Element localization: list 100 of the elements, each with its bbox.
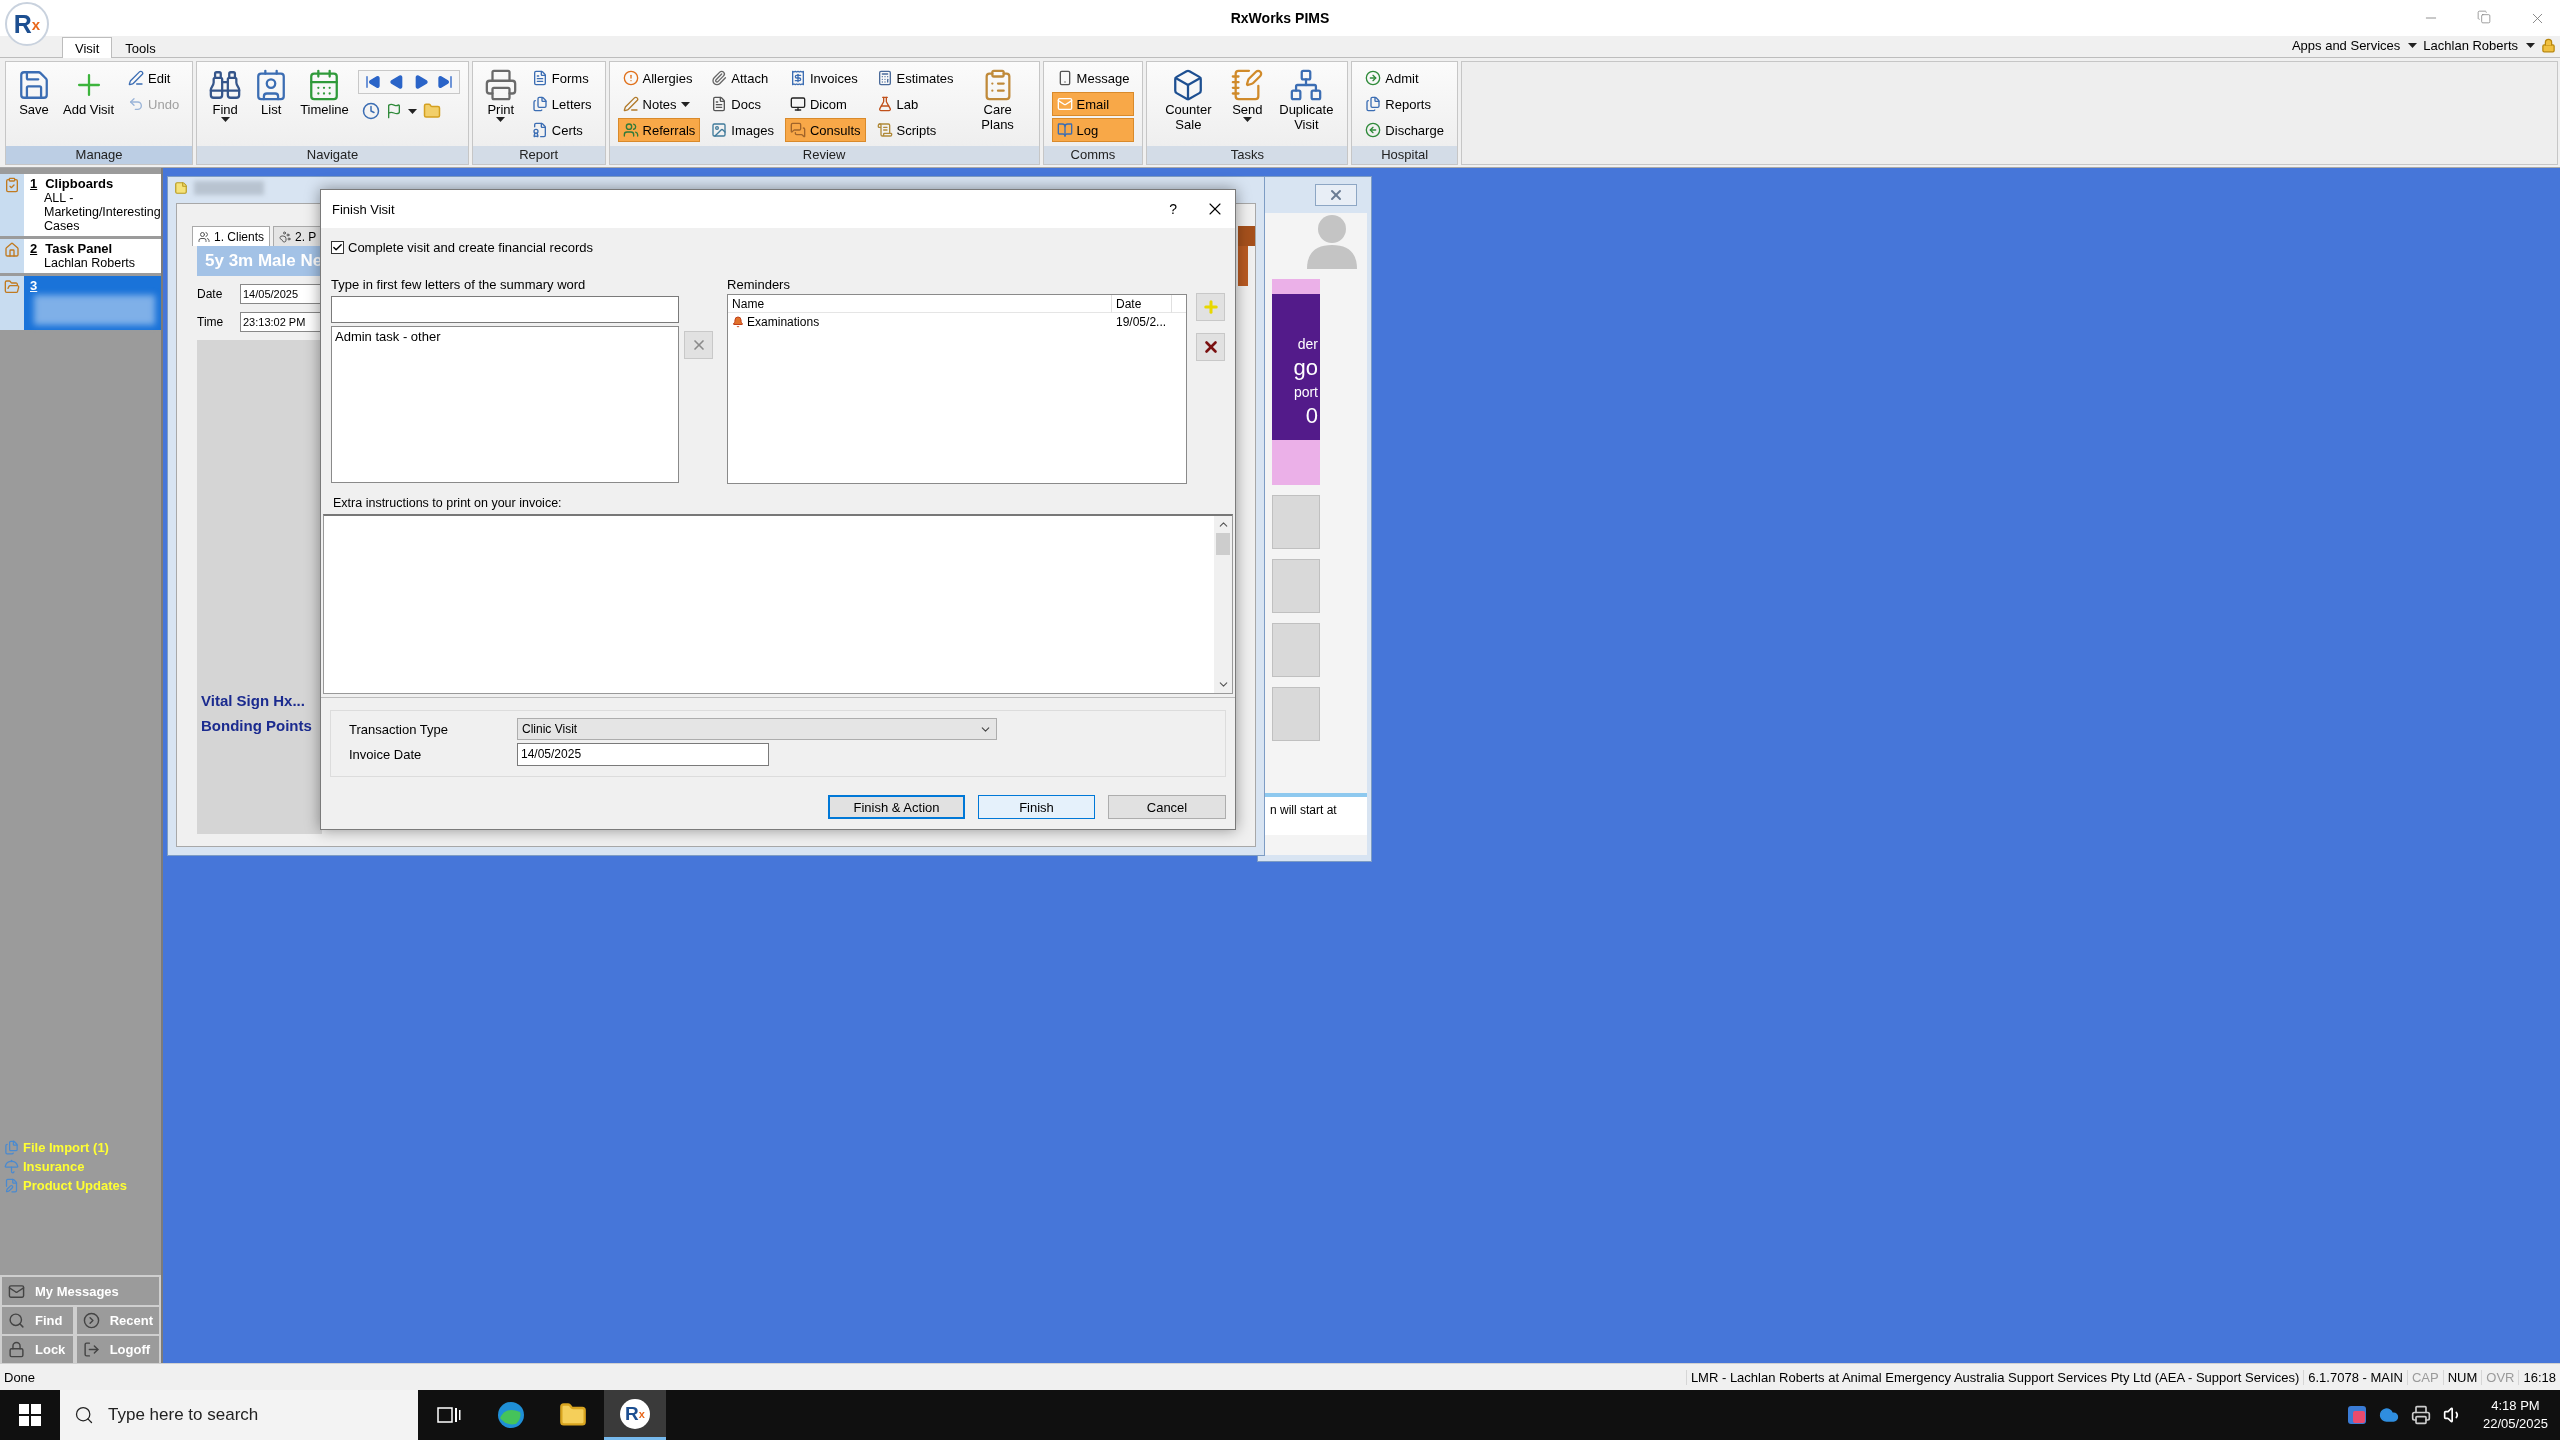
instructions-field[interactable] [323, 514, 1233, 694]
panel-link[interactable]: Vital Sign Hx... [201, 692, 322, 709]
taskbar-date[interactable]: 22/05/2025 [2482, 1415, 2548, 1433]
ribbon-button[interactable]: Lab [871, 92, 959, 116]
ribbon-button[interactable]: Timeline [297, 66, 352, 119]
ribbon-button[interactable]: Care Plans [964, 66, 1031, 134]
dialog-button[interactable]: Cancel [1108, 795, 1226, 819]
certificate-icon [531, 122, 548, 138]
menu-button[interactable]: Lachlan Roberts [2423, 37, 2535, 53]
column-header[interactable]: Date [1112, 295, 1172, 313]
date-field[interactable]: 14/05/2025 [517, 743, 769, 766]
ribbon-button[interactable]: Save [14, 66, 54, 119]
ribbon-button[interactable]: Log [1051, 118, 1135, 142]
tile[interactable] [1272, 495, 1320, 549]
ribbon-button[interactable]: Certs [526, 118, 597, 142]
ribbon-button[interactable]: Add Visit [60, 66, 118, 119]
ribbon-button[interactable]: Admit [1360, 66, 1449, 90]
input-field[interactable] [331, 296, 680, 323]
ribbon-button[interactable]: Forms [526, 66, 597, 90]
ribbon-button[interactable]: Referrals [617, 118, 701, 142]
ribbon-tab[interactable]: Visit [62, 37, 113, 58]
list-item[interactable]: Admin task - other [335, 329, 676, 344]
ribbon-button[interactable]: Email [1051, 92, 1135, 116]
caret-icon [220, 117, 230, 122]
group-label: Navigate [197, 146, 468, 164]
dialog-title: Finish Visit [332, 201, 395, 217]
search-field[interactable]: Type here to search [60, 1390, 418, 1440]
app-icon[interactable] [2346, 1405, 2367, 1425]
date-field[interactable]: 14/05/2025 [240, 284, 322, 304]
house-icon [4, 242, 20, 258]
group-label: Comms [1043, 146, 1143, 164]
panel-link[interactable]: Bonding Points [201, 717, 322, 734]
close-button[interactable] [1315, 184, 1357, 206]
ribbon-button[interactable]: Message [1051, 66, 1135, 90]
task-view-icon[interactable] [437, 1405, 461, 1425]
help-button[interactable]: ? [1169, 201, 1177, 217]
sidebar-panel[interactable]: 3 [0, 276, 161, 333]
group-label: Hospital [1352, 146, 1457, 164]
plus-icon [1201, 298, 1220, 316]
avatar-icon [1305, 213, 1359, 269]
ribbon-button[interactable]: Letters [526, 92, 597, 116]
sidebar-panel[interactable]: 1 Clipboards ALL - Marketing/Interesting Cases [0, 174, 161, 239]
bell-icon [732, 316, 745, 328]
menu-button[interactable]: Apps and Services [2291, 37, 2418, 53]
paperclip-icon [711, 70, 728, 86]
taskbar-time[interactable]: 4:18 PM [2491, 1397, 2540, 1415]
time-field[interactable]: 23:13:02 PM [240, 312, 322, 332]
ribbon-button[interactable]: Consults [784, 118, 866, 142]
ribbon-button[interactable]: Find [205, 66, 246, 124]
ribbon-button[interactable]: Docs [706, 92, 779, 116]
alert-icon [622, 70, 639, 86]
first-record-icon[interactable] [364, 74, 381, 90]
ribbon-button[interactable]: Attach [706, 66, 779, 90]
restore-icon[interactable] [2477, 9, 2491, 24]
printer-icon[interactable] [2410, 1405, 2431, 1425]
dialog-button[interactable]: Finish [978, 795, 1095, 819]
ribbon-button[interactable]: Scripts [871, 118, 959, 142]
ribbon-button[interactable]: Print [480, 66, 521, 124]
clock-icon[interactable] [361, 102, 380, 120]
ribbon-button[interactable]: Send [1227, 66, 1268, 124]
ribbon-button[interactable]: Dicom [784, 92, 866, 116]
lock-icon[interactable] [2541, 37, 2556, 53]
last-record-icon[interactable] [436, 74, 453, 90]
ribbon-button[interactable]: Invoices [784, 66, 866, 90]
ribbon-button[interactable]: Estimates [871, 66, 959, 90]
dialog-button[interactable]: Finish & Action [828, 795, 965, 819]
ribbon-button[interactable]: Counter Sale [1155, 66, 1222, 134]
record-tab[interactable]: 1. Clients [192, 226, 271, 246]
record-tab[interactable]: 2. P [273, 226, 322, 246]
folder-icon[interactable] [559, 1401, 587, 1429]
column-header[interactable]: Name [728, 295, 1112, 313]
ribbon-button[interactable]: Duplicate Visit [1273, 66, 1340, 134]
checkbox[interactable] [331, 241, 344, 254]
ribbon-button[interactable]: List [251, 66, 292, 119]
previous-record-icon[interactable] [388, 74, 405, 90]
cloud-icon[interactable] [2378, 1405, 2399, 1425]
field-label: Extra instructions to print on your invoice: [332, 495, 563, 510]
browser-icon[interactable] [496, 1400, 526, 1430]
ribbon-button[interactable]: Allergies [617, 66, 701, 90]
delete-button[interactable] [1196, 333, 1225, 361]
ribbon-button[interactable]: Discharge [1360, 118, 1449, 142]
document-icon [711, 96, 728, 112]
tile[interactable] [1272, 687, 1320, 741]
ribbon-tab[interactable]: Tools [112, 37, 169, 58]
field-label: Type in first few letters of the summary word [331, 277, 587, 292]
windows-icon[interactable] [19, 1404, 41, 1426]
table-cell-text: 19/05/2... [1115, 315, 1168, 329]
scrollbar[interactable] [1214, 516, 1232, 693]
sidebar-panel[interactable]: 2 Task Panel Lachlan Roberts [0, 239, 161, 276]
flag-icon[interactable] [385, 103, 402, 119]
transaction-type-dropdown[interactable]: Clinic Visit [517, 718, 997, 740]
tile[interactable] [1272, 559, 1320, 613]
tile[interactable] [1272, 623, 1320, 677]
scroll-thumb[interactable] [1216, 533, 1230, 555]
ribbon-button[interactable]: Edit [123, 66, 185, 90]
ribbon-button[interactable]: Images [706, 118, 779, 142]
key-indicator: OVR [2481, 1369, 2519, 1385]
ribbon-button[interactable]: Reports [1360, 92, 1449, 116]
table-cell: Examinations [728, 315, 1112, 329]
ribbon-button[interactable]: Notes [617, 92, 701, 116]
